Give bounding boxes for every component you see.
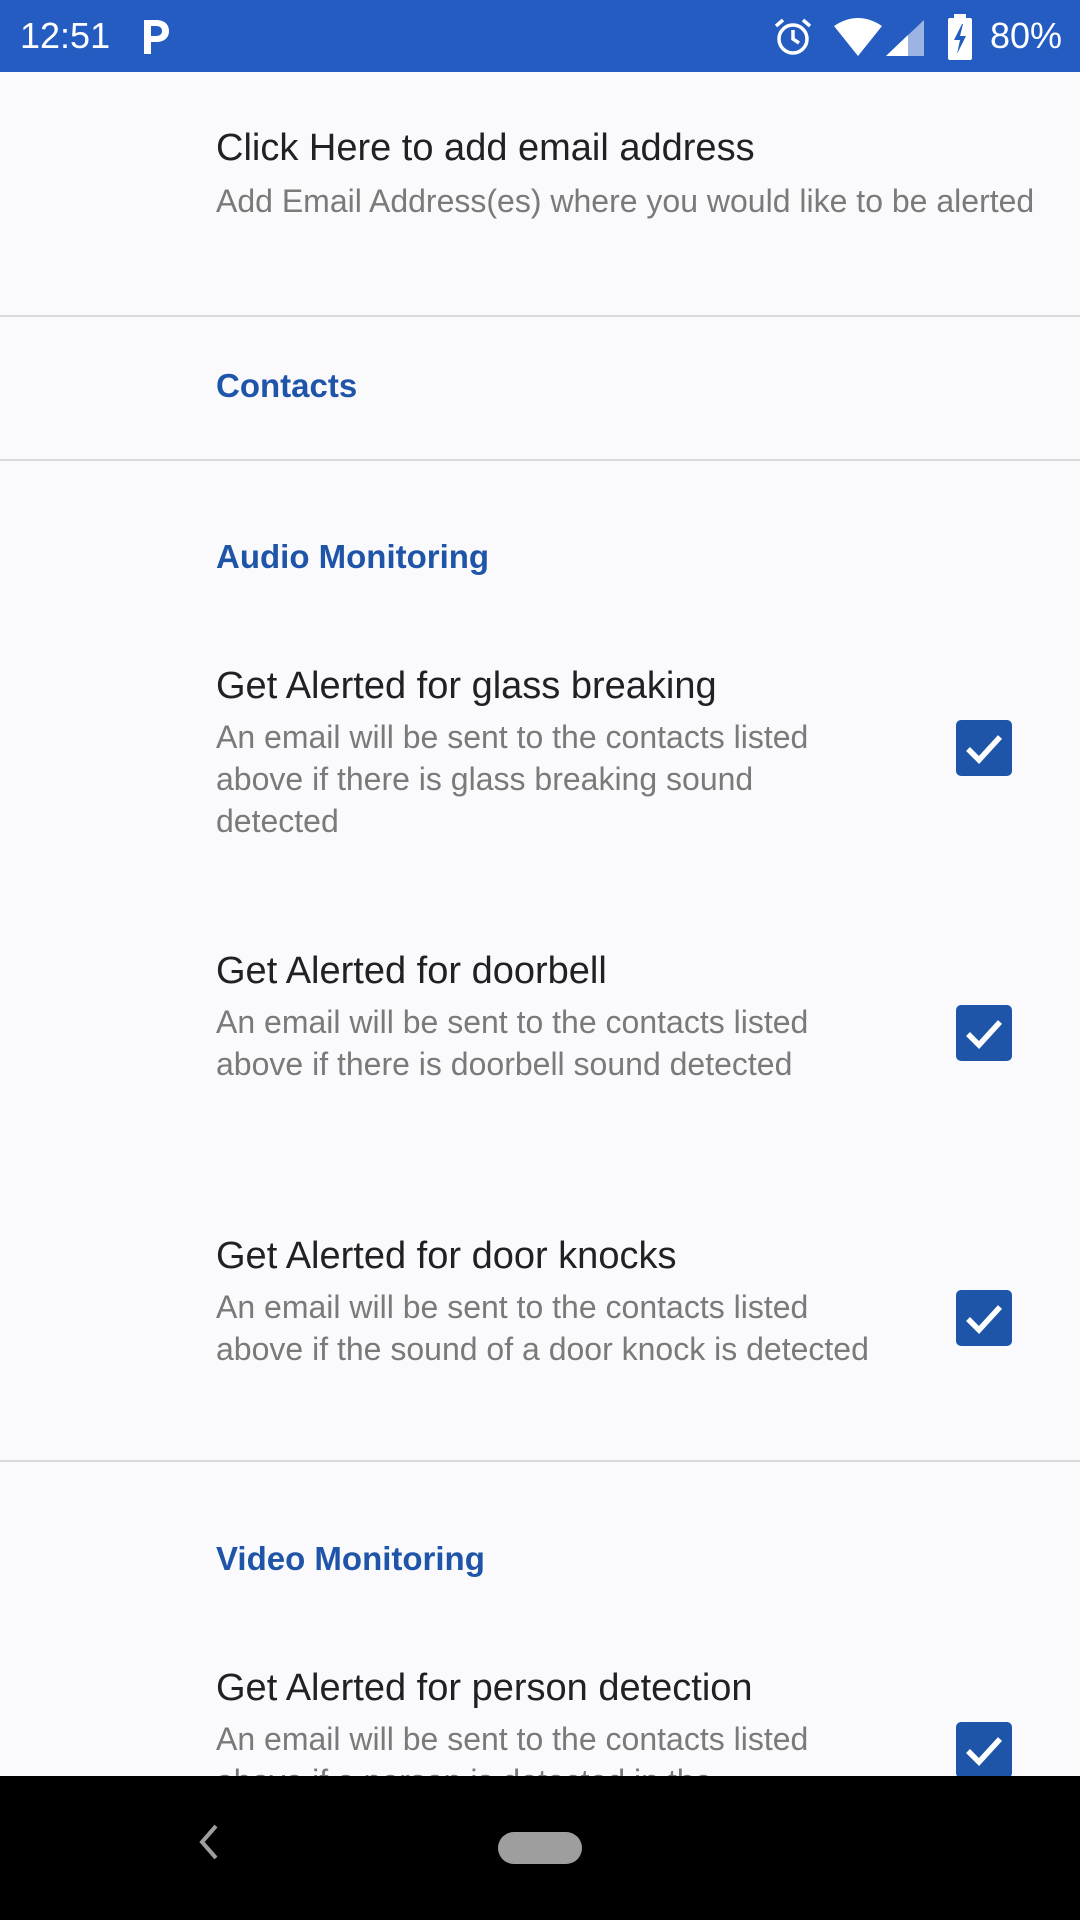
doorbell-summary: An email will be sent to the contacts li… xyxy=(216,1004,809,1082)
home-pill[interactable] xyxy=(498,1832,582,1864)
door-knocks-summary: An email will be sent to the contacts li… xyxy=(216,1289,869,1367)
settings-list[interactable]: Click Here to add email address Add Emai… xyxy=(0,72,1080,1776)
person-detection-title: Get Alerted for person detection xyxy=(216,1667,753,1709)
checkmark-icon xyxy=(966,1305,1003,1334)
doorbell-checkbox[interactable] xyxy=(956,1005,1012,1061)
checkmark-icon xyxy=(966,1020,1003,1049)
contacts-label: Contacts xyxy=(216,367,358,404)
video-monitoring-header: Video Monitoring xyxy=(216,1540,485,1577)
door-knocks-title: Get Alerted for door knocks xyxy=(216,1235,677,1277)
audio-monitoring-header: Audio Monitoring xyxy=(216,538,490,575)
glass-breaking-title: Get Alerted for glass breaking xyxy=(216,665,717,707)
person-detection-summary: An email will be sent to the contacts li… xyxy=(216,1721,809,1776)
add-email-summary: Add Email Address(es) where you would li… xyxy=(216,183,1035,219)
person-detection-preference[interactable]: Get Alerted for person detection An emai… xyxy=(0,1634,1080,1776)
divider xyxy=(0,1460,1080,1462)
add-email-title: Click Here to add email address xyxy=(216,127,755,169)
divider xyxy=(0,459,1080,461)
glass-breaking-checkbox[interactable] xyxy=(956,720,1012,776)
battery-charging-icon xyxy=(948,14,972,60)
door-knocks-checkbox[interactable] xyxy=(956,1290,1012,1346)
alarm-icon xyxy=(774,18,812,55)
glass-breaking-summary: An email will be sent to the contacts li… xyxy=(216,719,809,839)
status-bar: 12:51 80% xyxy=(0,0,1080,72)
contacts-preference[interactable]: Contacts xyxy=(0,317,1080,459)
back-icon[interactable] xyxy=(192,1820,224,1864)
cell-signal-icon xyxy=(886,20,924,56)
status-icons xyxy=(0,0,1080,72)
checkmark-icon xyxy=(966,735,1003,764)
door-knocks-preference[interactable]: Get Alerted for door knocks An email wil… xyxy=(0,1202,1080,1472)
glass-breaking-preference[interactable]: Get Alerted for glass breaking An email … xyxy=(0,632,1080,902)
doorbell-title: Get Alerted for doorbell xyxy=(216,950,607,992)
add-email-preference[interactable]: Click Here to add email address Add Emai… xyxy=(0,72,1080,316)
person-detection-checkbox[interactable] xyxy=(956,1722,1012,1776)
battery-percentage: 80% xyxy=(989,15,1062,56)
wifi-icon xyxy=(834,18,882,56)
doorbell-preference[interactable]: Get Alerted for doorbell An email will b… xyxy=(0,917,1080,1187)
checkmark-icon xyxy=(966,1737,1003,1766)
